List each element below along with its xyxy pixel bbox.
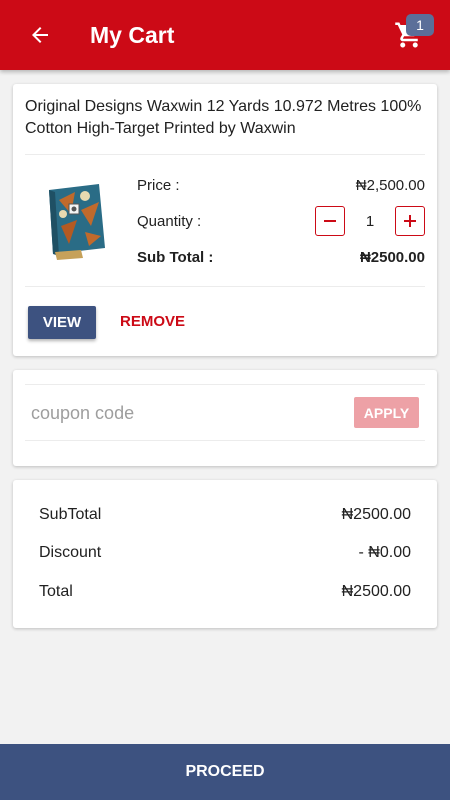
top-app-bar: My Cart 1	[0, 0, 450, 70]
divider	[25, 154, 425, 155]
subtotal-label: Sub Total :	[137, 248, 214, 266]
product-image	[49, 184, 105, 260]
summary-total-label: Total	[39, 583, 73, 600]
cart-button[interactable]: 1	[394, 14, 434, 54]
divider	[25, 440, 425, 441]
coupon-code-input[interactable]	[31, 398, 331, 428]
divider	[25, 384, 425, 385]
view-button[interactable]: VIEW	[28, 306, 96, 339]
summary-discount-value: - ₦0.00	[358, 544, 411, 561]
back-button[interactable]	[20, 15, 60, 55]
increase-quantity-button[interactable]	[395, 206, 425, 236]
proceed-button[interactable]: PROCEED	[0, 744, 450, 800]
summary-total-value: ₦2500.00	[341, 583, 411, 600]
summary-subtotal-value: ₦2500.00	[341, 506, 411, 523]
summary-subtotal-row: SubTotal ₦2500.00	[39, 506, 411, 524]
summary-total-row: Total ₦2500.00	[39, 583, 411, 601]
summary-subtotal-label: SubTotal	[39, 506, 102, 523]
minus-icon	[324, 220, 336, 222]
quantity-label: Quantity :	[137, 212, 202, 230]
subtotal-value: ₦2500.00	[359, 248, 425, 266]
subtotal-row: Sub Total : ₦2500.00	[137, 246, 425, 268]
price-row: Price : ₦2,500.00	[137, 174, 425, 196]
decrease-quantity-button[interactable]	[315, 206, 345, 236]
cart-count-badge: 1	[406, 14, 434, 36]
divider	[25, 286, 425, 287]
arrow-left-icon	[32, 27, 48, 43]
quantity-row: Quantity : 1	[137, 205, 425, 237]
summary-discount-label: Discount	[39, 544, 102, 561]
price-label: Price :	[137, 176, 180, 194]
product-title: Original Designs Waxwin 12 Yards 10.972 …	[25, 98, 422, 137]
quantity-value: 1	[365, 212, 375, 230]
page-title: My Cart	[90, 21, 175, 48]
order-summary-card: SubTotal ₦2500.00 Discount - ₦0.00 Total…	[13, 480, 437, 628]
quantity-stepper: 1	[315, 206, 425, 236]
cart-screen: My Cart 1 Original Designs Waxwin 12 Yar…	[0, 0, 450, 800]
plus-icon	[404, 215, 416, 227]
price-value: ₦2,500.00	[355, 176, 425, 194]
summary-discount-row: Discount - ₦0.00	[39, 544, 411, 562]
coupon-card: APPLY	[13, 370, 437, 466]
remove-button[interactable]: REMOVE	[120, 313, 185, 330]
cart-item-card: Original Designs Waxwin 12 Yards 10.972 …	[13, 84, 437, 356]
apply-coupon-button[interactable]: APPLY	[354, 397, 419, 428]
